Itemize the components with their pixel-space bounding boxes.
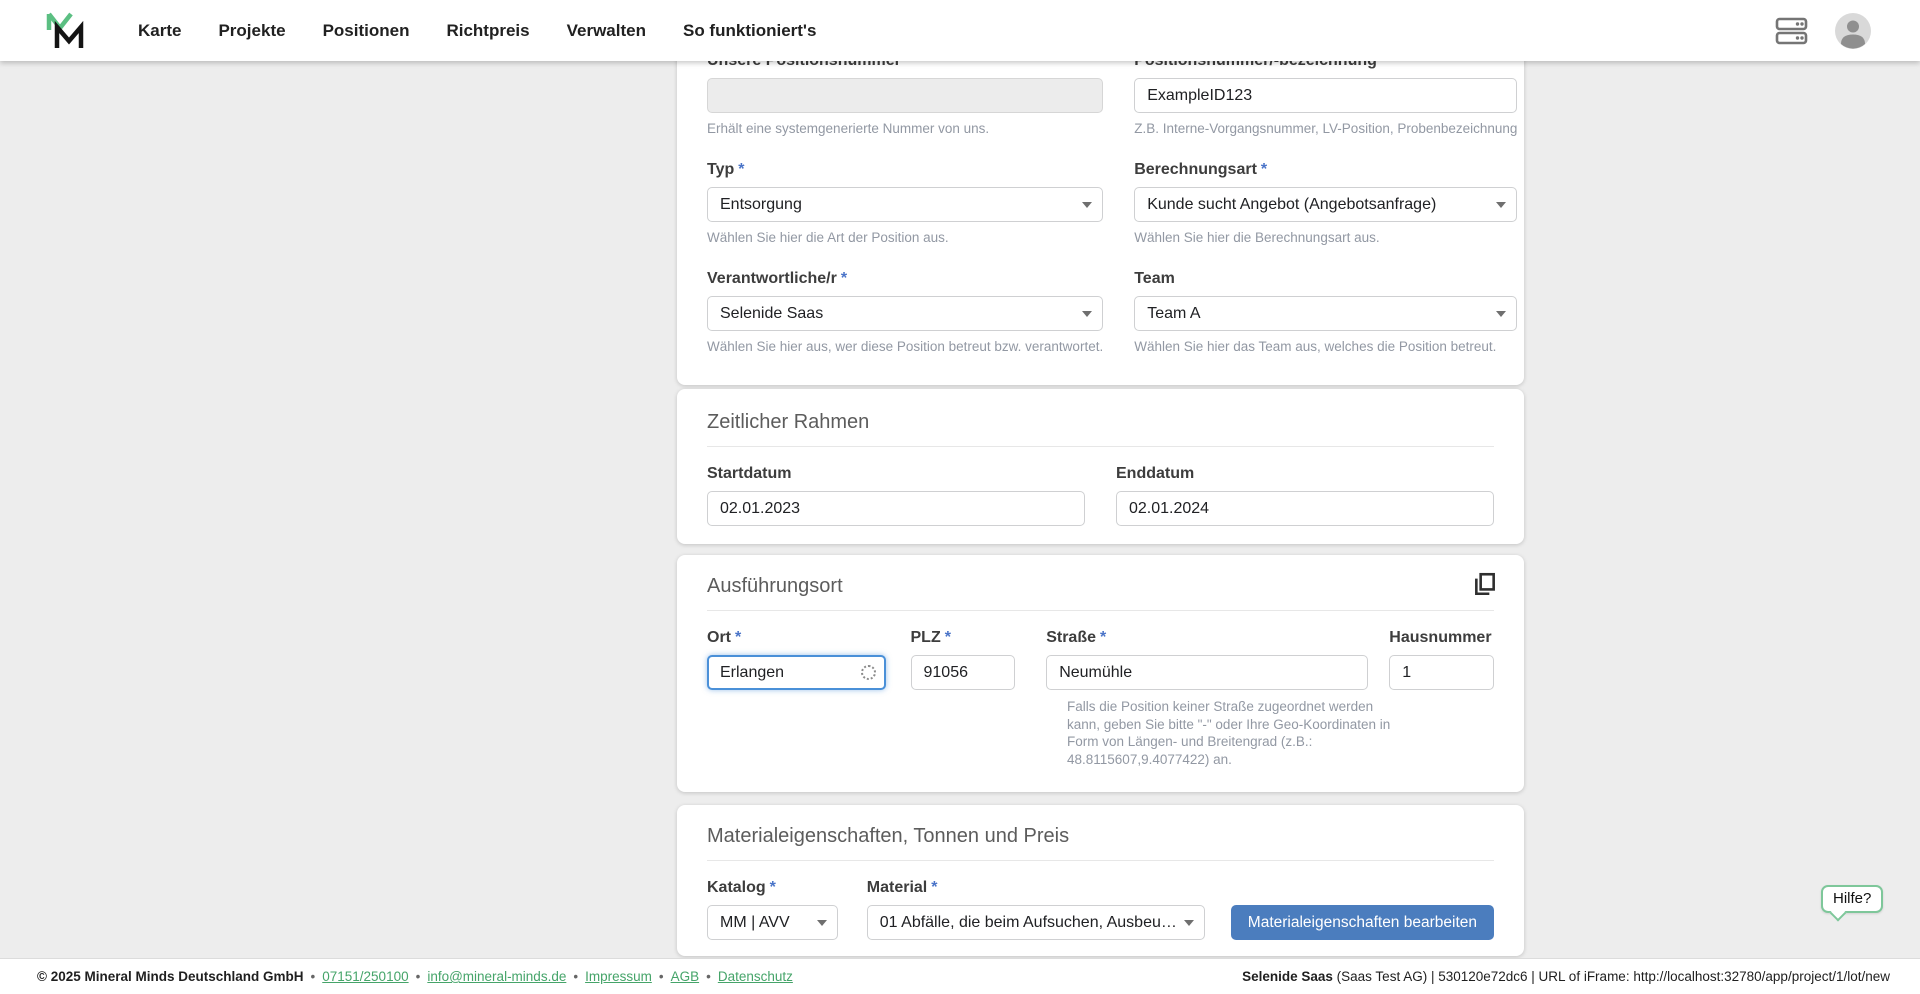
- footer-link-email[interactable]: info@mineral-minds.de: [427, 969, 566, 984]
- field-hausnummer: Hausnummer: [1389, 629, 1494, 690]
- enddatum-input[interactable]: [1116, 491, 1494, 526]
- field-plz: PLZ *: [910, 629, 1016, 690]
- copy-icon[interactable]: [1472, 571, 1498, 597]
- katalog-select[interactable]: MM | AVV: [707, 905, 838, 940]
- help-bubble[interactable]: Hilfe?: [1821, 885, 1884, 922]
- footer-bar: © 2025 Mineral Minds Deutschland GmbH • …: [0, 958, 1920, 994]
- startdatum-label: Startdatum: [707, 465, 792, 482]
- berechnungsart-label: Berechnungsart *: [1134, 161, 1268, 178]
- startdatum-input[interactable]: [707, 491, 1085, 526]
- divider: [707, 446, 1494, 447]
- position-number-input[interactable]: [1134, 78, 1518, 113]
- footer-link-phone[interactable]: 07151/250100: [322, 969, 408, 984]
- ort-input[interactable]: [707, 655, 886, 690]
- card-material: Materialeigenschaften, Tonnen und Preis …: [677, 805, 1524, 956]
- berechnungsart-helper: Wählen Sie hier die Berechnungsart aus.: [1134, 230, 1380, 245]
- team-label: Team: [1134, 270, 1175, 287]
- hausnummer-label: Hausnummer: [1389, 629, 1492, 646]
- field-material: Material * 01 Abfälle, die beim Aufsuchen…: [866, 879, 1205, 940]
- timeframe-title: Zeitlicher Rahmen: [707, 411, 870, 433]
- divider: [707, 860, 1494, 861]
- verantwortliche-select[interactable]: Selenide Saas: [707, 296, 1104, 331]
- chevron-down-icon: [816, 919, 827, 926]
- field-position-number: Positionsnummer/-bezeichnung Z.B. Intern…: [1134, 52, 1518, 137]
- nav-positionen[interactable]: Positionen: [323, 21, 410, 41]
- location-title: Ausführungsort: [707, 575, 843, 597]
- field-berechnungsart: Berechnungsart * Kunde sucht Angebot (Ang…: [1134, 161, 1518, 246]
- enddatum-label: Enddatum: [1116, 465, 1195, 482]
- required-asterisk: *: [944, 629, 951, 646]
- loading-spinner-icon: [860, 664, 876, 680]
- ort-label: Ort *: [707, 629, 742, 646]
- our-position-number-helper: Erhält eine systemgenerierte Nummer von …: [707, 121, 990, 136]
- chevron-down-icon: [1496, 310, 1507, 317]
- field-enddatum: Enddatum: [1116, 465, 1494, 526]
- required-asterisk: *: [1260, 161, 1268, 178]
- strasse-label: Straße *: [1046, 629, 1107, 646]
- card-position-basics: Unsere Positionsnummer Erhält eine syste…: [677, 22, 1524, 385]
- chevron-down-icon: [1496, 201, 1507, 208]
- field-our-position-number: Unsere Positionsnummer Erhält eine syste…: [707, 52, 1104, 137]
- nav-verwalten[interactable]: Verwalten: [567, 21, 646, 41]
- verantwortliche-helper: Wählen Sie hier aus, wer diese Position …: [707, 339, 1104, 354]
- material-title: Materialeigenschaften, Tonnen und Preis: [707, 825, 1070, 847]
- plz-label: PLZ *: [910, 629, 951, 646]
- berechnungsart-select[interactable]: Kunde sucht Angebot (Angebotsanfrage): [1134, 187, 1518, 222]
- nav-projekte[interactable]: Projekte: [218, 21, 285, 41]
- field-ort: Ort *: [707, 629, 886, 690]
- nav-karte[interactable]: Karte: [138, 21, 181, 41]
- footer-left: © 2025 Mineral Minds Deutschland GmbH • …: [37, 969, 793, 984]
- divider: [707, 610, 1494, 611]
- app-root: Unsere Positionsnummer Erhält eine syste…: [0, 0, 1920, 994]
- main-nav: Karte Projekte Positionen Richtpreis Ver…: [138, 0, 816, 61]
- typ-helper: Wählen Sie hier die Art der Position aus…: [707, 230, 949, 245]
- nav-richtpreis[interactable]: Richtpreis: [446, 21, 529, 41]
- team-helper: Wählen Sie hier das Team aus, welches di…: [1134, 339, 1497, 354]
- material-label: Material *: [866, 879, 938, 896]
- top-navigation-bar: Karte Projekte Positionen Richtpreis Ver…: [0, 0, 1920, 61]
- position-number-helper: Z.B. Interne-Vorgangsnummer, LV-Position…: [1134, 121, 1518, 136]
- edit-material-properties-button[interactable]: Materialeigenschaften bearbeiten: [1230, 905, 1494, 940]
- mineral-minds-logo[interactable]: [44, 10, 86, 52]
- required-asterisk: *: [769, 879, 776, 896]
- card-timeframe: Zeitlicher Rahmen Startdatum Enddatum: [677, 389, 1524, 544]
- footer-session-info: Selenide Saas (Saas Test AG) | 530120e72…: [1242, 969, 1890, 984]
- help-bubble-tail: [1829, 904, 1847, 922]
- material-select[interactable]: 01 Abfälle, die beim Aufsuchen, Ausbeute…: [866, 905, 1205, 940]
- strasse-input[interactable]: [1046, 655, 1369, 690]
- chevron-down-icon: [1082, 310, 1093, 317]
- hausnummer-input[interactable]: [1389, 655, 1494, 690]
- plz-input[interactable]: [910, 655, 1016, 690]
- chevron-down-icon: [1082, 201, 1093, 208]
- field-katalog: Katalog * MM | AVV: [707, 879, 838, 940]
- field-typ: Typ * Entsorgung Wählen Sie hier die Art …: [707, 161, 1104, 246]
- chevron-down-icon: [1183, 919, 1194, 926]
- copyright-text: © 2025 Mineral Minds Deutschland GmbH: [37, 969, 304, 984]
- required-asterisk: *: [735, 629, 742, 646]
- typ-select[interactable]: Entsorgung: [707, 187, 1104, 222]
- footer-link-agb[interactable]: AGB: [671, 969, 700, 984]
- our-position-number-input: [707, 78, 1104, 113]
- nav-so-funktionierts[interactable]: So funktioniert's: [683, 21, 816, 41]
- verantwortliche-label: Verantwortliche/r *: [707, 270, 848, 287]
- required-asterisk: *: [1100, 629, 1107, 646]
- user-avatar[interactable]: [1834, 12, 1872, 50]
- footer-link-datenschutz[interactable]: Datenschutz: [718, 969, 793, 984]
- typ-label: Typ *: [707, 161, 745, 178]
- required-asterisk: *: [840, 270, 848, 287]
- required-asterisk: *: [738, 161, 745, 178]
- server-icon[interactable]: [1775, 16, 1808, 46]
- field-verantwortliche: Verantwortliche/r * Selenide Saas Wählen …: [707, 270, 1104, 355]
- strasse-helper: Falls die Position keiner Straße zugeord…: [1067, 699, 1391, 767]
- katalog-label: Katalog *: [707, 879, 776, 896]
- field-team: Team Team A Wählen Sie hier das Team aus…: [1134, 270, 1518, 355]
- footer-link-impressum[interactable]: Impressum: [585, 969, 652, 984]
- field-startdatum: Startdatum: [707, 465, 1085, 526]
- field-strasse: Straße *: [1046, 629, 1369, 690]
- required-asterisk: *: [931, 879, 938, 896]
- team-select[interactable]: Team A: [1134, 296, 1518, 331]
- card-location: Ausführungsort Ort* PLZ* Straße* Hausnum…: [677, 555, 1524, 792]
